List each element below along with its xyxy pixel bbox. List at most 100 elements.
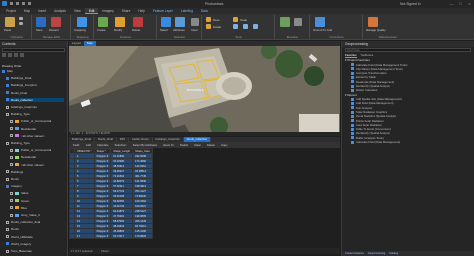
layer-item[interactable]: Imagery bbox=[6, 184, 22, 188]
layer-item[interactable]: Buildings_Footprint bbox=[6, 83, 37, 87]
layer-item[interactable]: Roofs bbox=[6, 227, 19, 231]
map-canvas[interactable]: BUILDING 9 bbox=[69, 46, 340, 132]
pane-tab[interactable]: Catalog bbox=[389, 251, 398, 256]
tool-gallery-icon[interactable] bbox=[253, 24, 258, 29]
snapping-icon[interactable] bbox=[77, 17, 87, 27]
tool-item[interactable]: Calculate Field (Data Management) bbox=[342, 140, 474, 144]
modify-button[interactable]: Modify bbox=[114, 28, 122, 32]
delete-button[interactable]: Delete bbox=[132, 28, 140, 32]
surface-icon[interactable] bbox=[294, 18, 302, 26]
layer-item[interactable]: Green bbox=[10, 199, 29, 203]
layer-visibility-checkbox[interactable] bbox=[10, 163, 13, 167]
layer-visibility-checkbox[interactable] bbox=[6, 235, 9, 239]
layer-visibility-checkbox[interactable] bbox=[6, 242, 9, 246]
table-tool-select-by-attributes[interactable]: Select By Attributes bbox=[131, 143, 159, 147]
layer-item[interactable]: Blue bbox=[10, 206, 27, 210]
layer-item[interactable]: Residential bbox=[10, 127, 36, 131]
layer-item[interactable]: World_Hillshade bbox=[6, 235, 33, 239]
layer-visibility-checkbox[interactable] bbox=[6, 177, 9, 181]
close-button[interactable]: × bbox=[467, 1, 472, 6]
rotate-icon[interactable] bbox=[206, 24, 211, 29]
layer-item[interactable]: Roofs bbox=[6, 177, 19, 181]
table-tool-delete[interactable]: Delete bbox=[205, 143, 217, 147]
list-by-editing-icon[interactable] bbox=[20, 53, 24, 57]
layer-visibility-checkbox[interactable] bbox=[6, 112, 9, 116]
clear-icon[interactable] bbox=[191, 18, 199, 26]
layer-item[interactable]: Public_or_Commercial bbox=[10, 119, 51, 123]
layer-visibility-checkbox[interactable] bbox=[10, 213, 13, 217]
layer-item[interactable]: <all other values> bbox=[10, 134, 45, 138]
ground-to-grid-icon[interactable] bbox=[315, 17, 325, 27]
layer-visibility-checkbox[interactable] bbox=[10, 191, 13, 195]
layer-item[interactable]: Buildings bbox=[6, 170, 23, 174]
layer-visibility-checkbox[interactable] bbox=[6, 220, 9, 224]
layer-visibility-checkbox[interactable] bbox=[6, 249, 9, 253]
ground-to-grid-button[interactable]: Ground To Grid bbox=[313, 28, 332, 32]
table-tool-calculate[interactable]: Calculate bbox=[95, 143, 111, 147]
attributes-icon[interactable] bbox=[175, 17, 185, 27]
layer-visibility-checkbox[interactable] bbox=[10, 127, 13, 131]
tool-gallery-icon[interactable] bbox=[243, 24, 248, 29]
layer-item[interactable]: <all other values> bbox=[10, 163, 45, 167]
sign-in-status[interactable]: Not Signed In bbox=[400, 2, 421, 6]
save-button[interactable]: Save bbox=[36, 28, 42, 32]
table-tool-switch[interactable]: Switch bbox=[178, 143, 190, 147]
select-icon[interactable] bbox=[161, 17, 171, 27]
layer-visibility-checkbox[interactable] bbox=[6, 141, 9, 145]
layer-item[interactable]: Topo_Basemap bbox=[6, 249, 32, 253]
paste-button[interactable]: Paste bbox=[4, 28, 11, 32]
layer-visibility-checkbox[interactable] bbox=[10, 134, 13, 138]
layer-visibility-checkbox[interactable] bbox=[6, 105, 9, 109]
snapping-button[interactable]: Snapping bbox=[74, 28, 86, 32]
pane-tab[interactable]: Geoprocessing bbox=[368, 251, 385, 256]
select-button[interactable]: Select bbox=[160, 28, 168, 32]
layer-visibility-checkbox[interactable] bbox=[6, 227, 9, 231]
layer-visibility-checkbox[interactable] bbox=[6, 83, 9, 87]
rotate-button[interactable]: Rotate bbox=[213, 25, 221, 29]
layer-visibility-checkbox[interactable] bbox=[10, 206, 13, 210]
layer-visibility-checkbox[interactable] bbox=[10, 119, 13, 123]
layer-item[interactable]: World_Imagery bbox=[6, 242, 31, 246]
elevation-icon[interactable] bbox=[280, 17, 290, 27]
attributes-button[interactable]: Attributes bbox=[173, 28, 185, 32]
list-by-source-icon[interactable] bbox=[8, 53, 12, 57]
pane-tab[interactable]: Create Features bbox=[345, 251, 364, 256]
delete-icon[interactable] bbox=[133, 17, 143, 27]
layer-item[interactable]: Map bbox=[2, 69, 13, 73]
layer-item[interactable]: Value bbox=[10, 191, 28, 195]
layer-visibility-checkbox[interactable] bbox=[6, 76, 9, 80]
copy-icon[interactable] bbox=[19, 22, 23, 25]
contents-search-input[interactable] bbox=[2, 48, 65, 52]
filters-label[interactable]: Filters: bbox=[101, 249, 109, 253]
layer-item[interactable]: Roofs_collection bbox=[6, 97, 64, 102]
layer-item[interactable]: buildings_footprints bbox=[6, 105, 37, 109]
table-tool-add[interactable]: Add bbox=[84, 143, 93, 147]
move-button[interactable]: Move bbox=[213, 18, 220, 22]
layer-visibility-checkbox[interactable] bbox=[10, 199, 13, 203]
minimize-button[interactable]: — bbox=[449, 1, 454, 6]
layer-visibility-checkbox[interactable] bbox=[2, 69, 5, 73]
layer-visibility-checkbox[interactable] bbox=[10, 155, 13, 159]
move-icon[interactable] bbox=[206, 17, 211, 22]
layer-item[interactable]: Building_Type bbox=[6, 141, 30, 145]
discard-button[interactable]: Discard bbox=[49, 28, 58, 32]
create-icon[interactable] bbox=[98, 17, 108, 27]
create-button[interactable]: Create bbox=[97, 28, 105, 32]
scale-button[interactable]: Scale bbox=[240, 18, 247, 22]
table-tool-zoom-to[interactable]: Zoom To bbox=[161, 143, 176, 147]
layer-item[interactable]: Roofs_collection_final bbox=[6, 220, 40, 224]
cut-icon[interactable] bbox=[19, 17, 23, 20]
manage-quality-button[interactable]: Manage Quality bbox=[366, 28, 386, 32]
layer-item[interactable]: Public_or_Commercial bbox=[10, 148, 51, 152]
layer-visibility-checkbox[interactable] bbox=[10, 148, 13, 152]
layer-item[interactable]: Residential bbox=[10, 155, 36, 159]
map-status-bar[interactable]: 1:1,128 · ▾ · 33.5749°N 7.6110°W bbox=[69, 132, 340, 136]
clear-button[interactable]: Clear bbox=[191, 28, 198, 32]
layer-item[interactable]: Building_Type bbox=[6, 112, 30, 116]
table-tool-clear[interactable]: Clear bbox=[192, 143, 203, 147]
layer-visibility-checkbox[interactable] bbox=[6, 170, 9, 174]
table-row[interactable]: 17 Polygon Z 52.74317 170.8829 bbox=[69, 233, 153, 239]
layer-item[interactable]: Buildings_Final bbox=[6, 76, 31, 80]
scale-icon[interactable] bbox=[233, 17, 238, 22]
layer-visibility-checkbox[interactable] bbox=[6, 91, 9, 95]
